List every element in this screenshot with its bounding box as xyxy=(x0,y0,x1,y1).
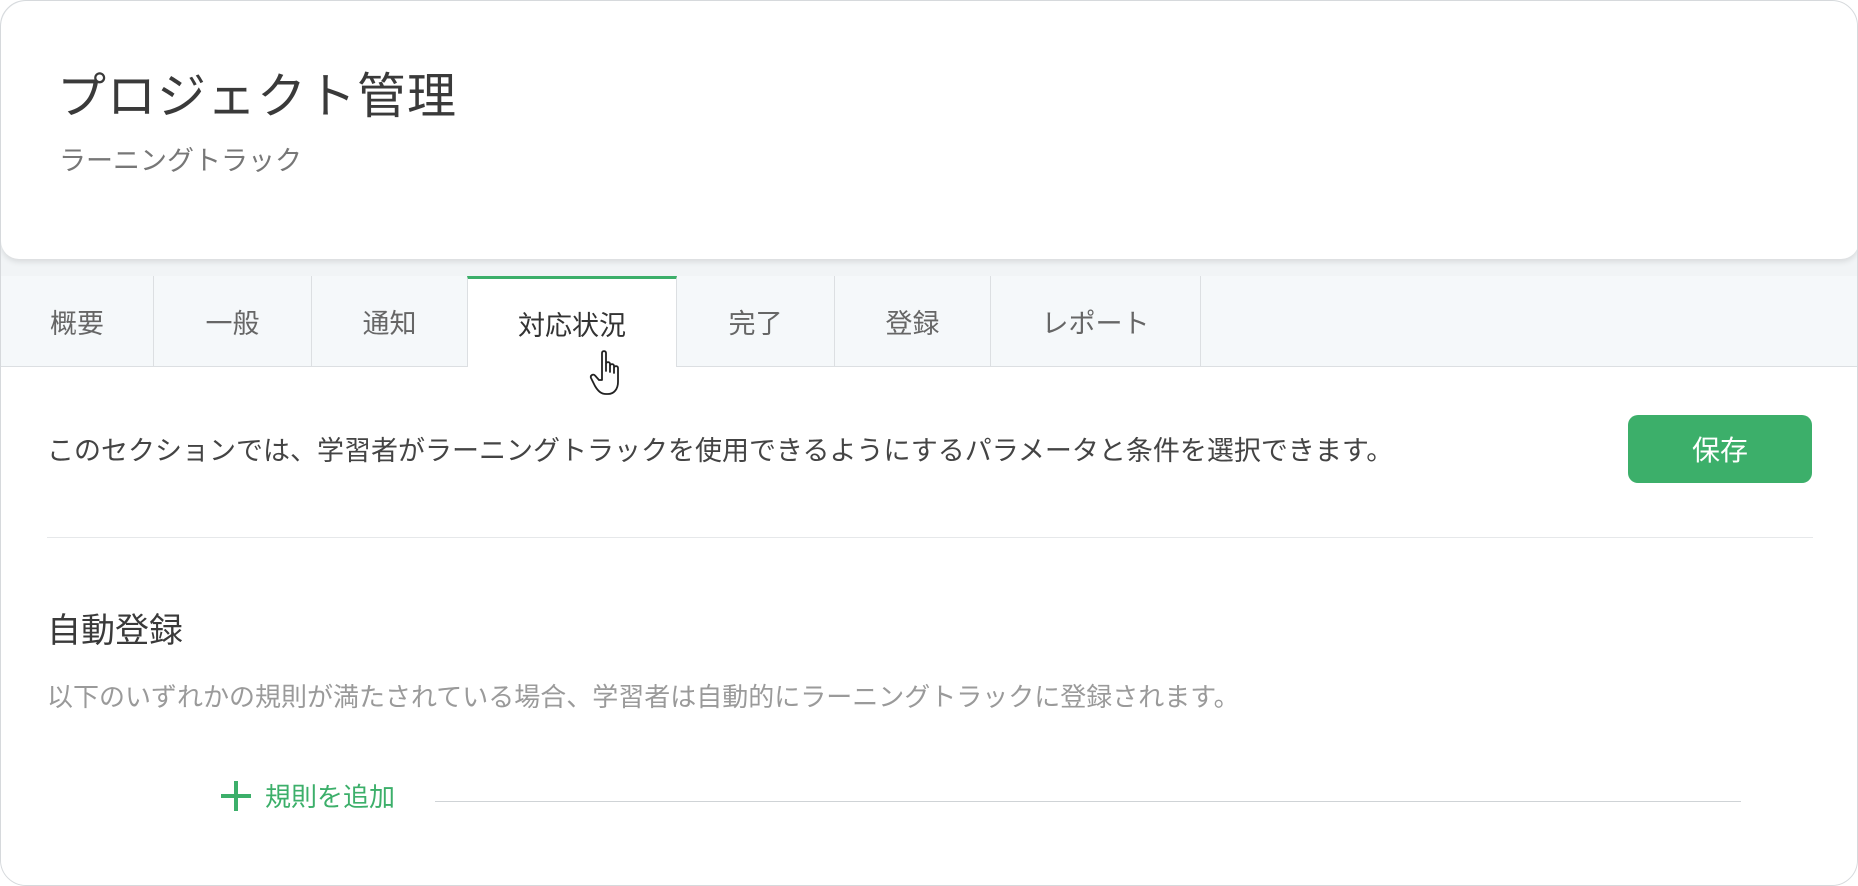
add-rule-label: 規則を追加 xyxy=(265,783,396,813)
tab-overview[interactable]: 概要 xyxy=(1,276,154,367)
page-title: プロジェクト管理 xyxy=(57,68,458,125)
tab-notifications[interactable]: 通知 xyxy=(312,276,468,367)
tab-enrollment[interactable]: 登録 xyxy=(835,276,991,367)
tab-reports[interactable]: レポート xyxy=(991,276,1201,367)
plus-icon xyxy=(221,780,251,811)
section-intro: このセクションでは、学習者がラーニングトラックを使用できるようにするパラメータと… xyxy=(47,436,1394,467)
auto-enrollment-description: 以下のいずれかの規則が満たされている場合、学習者は自動的にラーニングトラックに登… xyxy=(47,683,1240,713)
save-button[interactable]: 保存 xyxy=(1628,415,1812,483)
page-header: プロジェクト管理 ラーニングトラック xyxy=(1,1,1857,259)
auto-enrollment-title: 自動登録 xyxy=(47,611,183,651)
tab-general[interactable]: 一般 xyxy=(154,276,312,367)
tab-bar: 概要 一般 通知 対応状況 完了 登録 レポート xyxy=(1,276,1857,368)
page-subtitle: ラーニングトラック xyxy=(59,146,302,177)
tab-content: このセクションでは、学習者がラーニングトラックを使用できるようにするパラメータと… xyxy=(1,367,1857,885)
tab-completion[interactable]: 完了 xyxy=(677,276,835,367)
rule-divider xyxy=(435,801,1741,802)
app-frame: プロジェクト管理 ラーニングトラック 概要 一般 通知 対応状況 完了 登録 レ… xyxy=(0,0,1858,886)
add-rule-button[interactable]: 規則を追加 xyxy=(221,777,395,814)
hand-pointer-icon xyxy=(589,350,619,395)
tab-availability[interactable]: 対応状況 xyxy=(467,276,677,368)
divider xyxy=(47,537,1813,538)
